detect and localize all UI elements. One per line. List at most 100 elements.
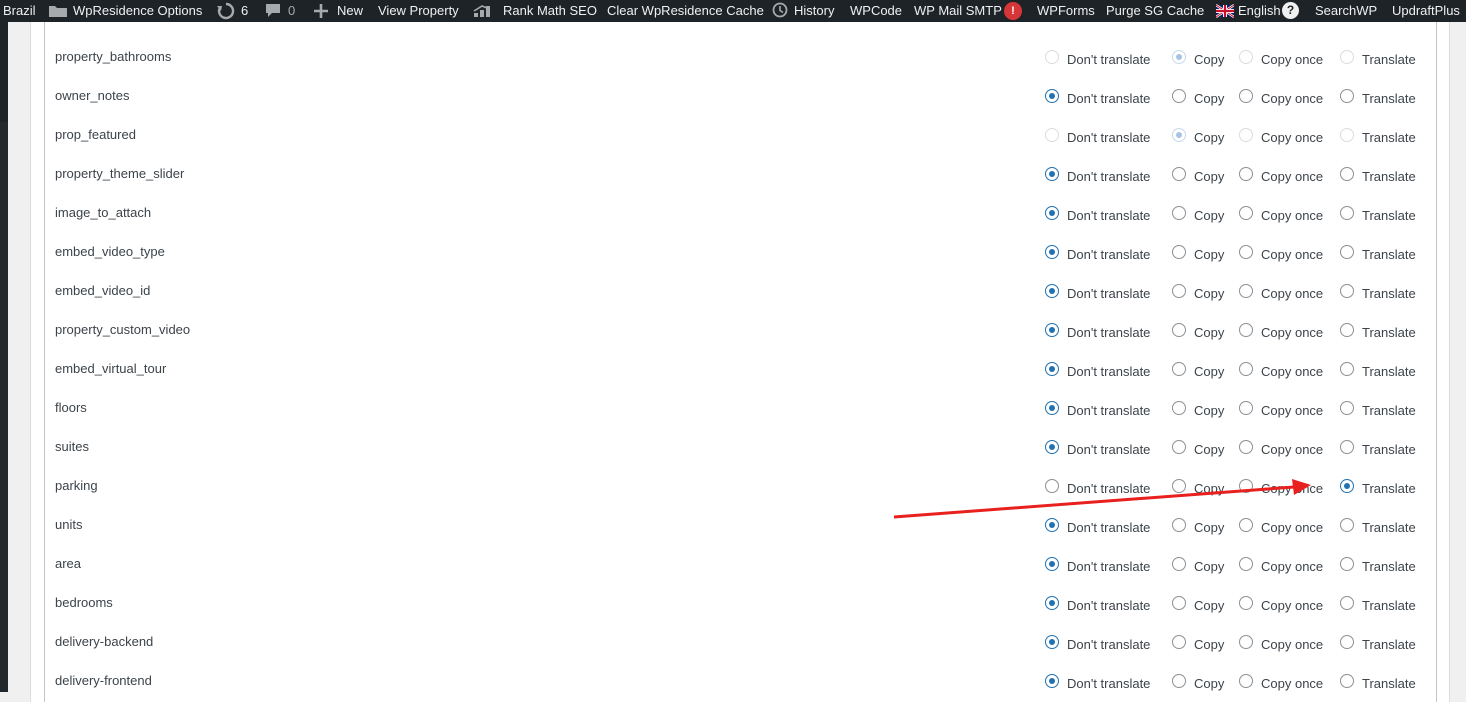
translate-radio[interactable]	[1340, 596, 1354, 610]
copy-label: Copy	[1194, 208, 1225, 223]
copy-radio[interactable]	[1172, 167, 1186, 181]
translate-radio[interactable]	[1340, 323, 1354, 337]
admin-menu-edge-lower	[0, 122, 8, 692]
dont-translate-radio[interactable]	[1045, 206, 1059, 220]
purge-cache-link[interactable]: Purge SG Cache	[1106, 0, 1204, 22]
translate-radio[interactable]	[1340, 89, 1354, 103]
translate-radio[interactable]	[1340, 557, 1354, 571]
dont-translate-radio[interactable]	[1045, 284, 1059, 298]
copy-once-radio[interactable]	[1239, 89, 1253, 103]
rank-math-menu[interactable]: Rank Math SEO	[472, 0, 597, 22]
history-menu[interactable]: History	[771, 0, 834, 22]
dont-translate-label: Don't translate	[1067, 52, 1151, 67]
translate-radio[interactable]	[1340, 440, 1354, 454]
dont-translate-radio[interactable]	[1045, 89, 1059, 103]
copy-radio[interactable]	[1172, 479, 1186, 493]
dont-translate-radio[interactable]	[1045, 167, 1059, 181]
copy-radio[interactable]	[1172, 596, 1186, 610]
copy-once-radio[interactable]	[1239, 167, 1253, 181]
field-name: prop_featured	[55, 127, 136, 142]
site-name-link[interactable]: Brazil	[3, 0, 36, 22]
dont-translate-radio[interactable]	[1045, 401, 1059, 415]
wp-mail-smtp-menu[interactable]: WP Mail SMTP	[914, 0, 1002, 22]
dont-translate-radio[interactable]	[1045, 440, 1059, 454]
dont-translate-radio[interactable]	[1045, 245, 1059, 259]
copy-radio[interactable]	[1172, 401, 1186, 415]
help-icon[interactable]: ?	[1282, 2, 1299, 19]
dont-translate-label: Don't translate	[1067, 403, 1151, 418]
theme-options-menu[interactable]: WpResidence Options	[48, 0, 202, 22]
copy-label: Copy	[1194, 442, 1225, 457]
dont-translate-radio[interactable]	[1045, 479, 1059, 493]
dont-translate-label: Don't translate	[1067, 364, 1151, 379]
copy-radio[interactable]	[1172, 284, 1186, 298]
dont-translate-radio[interactable]	[1045, 362, 1059, 376]
copy-radio[interactable]	[1172, 674, 1186, 688]
copy-radio[interactable]	[1172, 440, 1186, 454]
copy-once-radio[interactable]	[1239, 323, 1253, 337]
copy-once-radio[interactable]	[1239, 479, 1253, 493]
history-label: History	[794, 3, 835, 18]
copy-label: Copy	[1194, 325, 1225, 340]
copy-radio[interactable]	[1172, 362, 1186, 376]
dont-translate-radio[interactable]	[1045, 557, 1059, 571]
settings-panel: property_bathrooms Don't translate Copy Cop…	[30, 22, 1450, 702]
translate-radio	[1340, 128, 1354, 142]
copy-label: Copy	[1194, 364, 1225, 379]
updates-link[interactable]: 6	[216, 0, 248, 22]
translate-radio[interactable]	[1340, 167, 1354, 181]
translate-radio[interactable]	[1340, 245, 1354, 259]
translate-radio[interactable]	[1340, 284, 1354, 298]
refresh-icon	[217, 2, 235, 20]
translate-radio[interactable]	[1340, 362, 1354, 376]
table-row: area Don't translate Copy Copy once Translat…	[45, 537, 1436, 576]
copy-radio[interactable]	[1172, 557, 1186, 571]
dont-translate-radio[interactable]	[1045, 635, 1059, 649]
copy-once-label: Copy once	[1261, 481, 1324, 496]
clear-cache-link[interactable]: Clear WpResidence Cache	[607, 0, 764, 22]
copy-once-radio[interactable]	[1239, 440, 1253, 454]
translate-radio[interactable]	[1340, 674, 1354, 688]
copy-once-radio[interactable]	[1239, 284, 1253, 298]
translate-radio[interactable]	[1340, 401, 1354, 415]
copy-radio[interactable]	[1172, 635, 1186, 649]
field-name: embed_virtual_tour	[55, 361, 167, 376]
dont-translate-radio[interactable]	[1045, 518, 1059, 532]
dont-translate-radio[interactable]	[1045, 323, 1059, 337]
table-row: owner_notes Don't translate Copy Copy once T…	[45, 69, 1436, 108]
copy-once-radio[interactable]	[1239, 401, 1253, 415]
translate-radio[interactable]	[1340, 479, 1354, 493]
copy-once-radio[interactable]	[1239, 518, 1253, 532]
copy-once-radio[interactable]	[1239, 206, 1253, 220]
copy-label: Copy	[1194, 637, 1225, 652]
copy-radio[interactable]	[1172, 206, 1186, 220]
copy-once-radio[interactable]	[1239, 362, 1253, 376]
dont-translate-label: Don't translate	[1067, 286, 1151, 301]
dont-translate-label: Don't translate	[1067, 676, 1151, 691]
translate-radio[interactable]	[1340, 635, 1354, 649]
view-property-link[interactable]: View Property	[378, 0, 459, 22]
copy-once-radio[interactable]	[1239, 557, 1253, 571]
copy-once-label: Copy once	[1261, 637, 1324, 652]
language-switcher[interactable]: English	[1216, 0, 1281, 22]
copy-radio[interactable]	[1172, 89, 1186, 103]
searchwp-link[interactable]: SearchWP	[1315, 0, 1377, 22]
wpcode-link[interactable]: WPCode	[850, 0, 902, 22]
copy-once-radio[interactable]	[1239, 245, 1253, 259]
translate-radio[interactable]	[1340, 518, 1354, 532]
table-row: prop_featured Don't translate Copy Copy onc…	[45, 108, 1436, 147]
copy-once-radio[interactable]	[1239, 674, 1253, 688]
dont-translate-radio[interactable]	[1045, 674, 1059, 688]
copy-radio[interactable]	[1172, 323, 1186, 337]
comments-link[interactable]: 0	[264, 0, 295, 22]
copy-once-label: Copy once	[1261, 442, 1324, 457]
translate-radio[interactable]	[1340, 206, 1354, 220]
copy-radio[interactable]	[1172, 245, 1186, 259]
wpforms-link[interactable]: WPForms	[1037, 0, 1095, 22]
copy-once-radio[interactable]	[1239, 635, 1253, 649]
copy-once-radio[interactable]	[1239, 596, 1253, 610]
new-content-menu[interactable]: New	[313, 0, 363, 22]
dont-translate-radio[interactable]	[1045, 596, 1059, 610]
updraftplus-link[interactable]: UpdraftPlus	[1392, 0, 1460, 22]
copy-radio[interactable]	[1172, 518, 1186, 532]
